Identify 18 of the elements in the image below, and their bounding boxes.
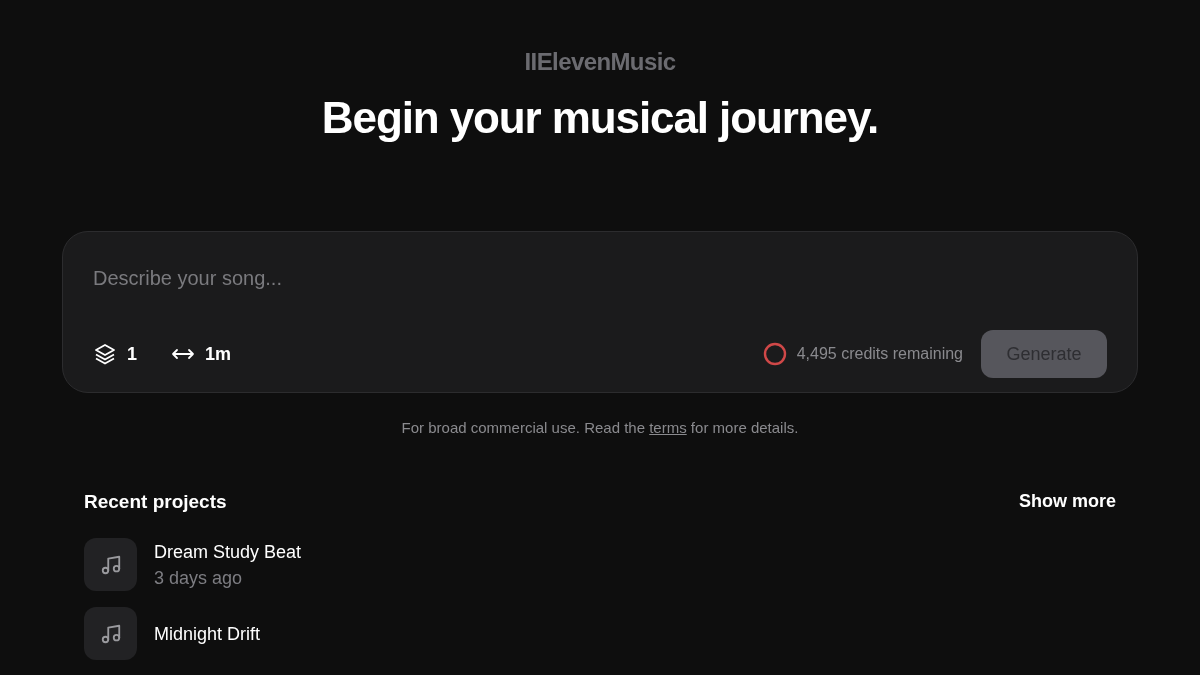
project-title[interactable]: Midnight Drift	[154, 620, 261, 647]
notice-text: For broad commercial use. Read the terms for more details.	[401, 418, 799, 438]
project-time: 3 days ago	[154, 566, 244, 590]
duration-button[interactable]: 1m	[171, 340, 232, 368]
music-note-icon	[84, 538, 137, 591]
show-more-link[interactable]: Show more	[1019, 488, 1116, 516]
horizontal-arrows-icon	[171, 347, 195, 361]
terms-link[interactable]: terms	[649, 419, 687, 436]
layers-icon	[93, 342, 117, 366]
logo: IIElevenMusic	[524, 47, 676, 77]
prompt-input[interactable]: Describe your song...	[93, 260, 1107, 296]
variants-button[interactable]: 1	[93, 340, 137, 368]
project-title[interactable]: Dream Study Beat	[154, 538, 302, 565]
section-title: Recent projects	[84, 489, 227, 514]
credits-text: 4,495 credits remaining	[796, 344, 963, 364]
heading: Begin your musical journey.	[321, 92, 879, 144]
music-note-icon	[84, 607, 137, 660]
credits-ring-icon	[762, 342, 787, 366]
